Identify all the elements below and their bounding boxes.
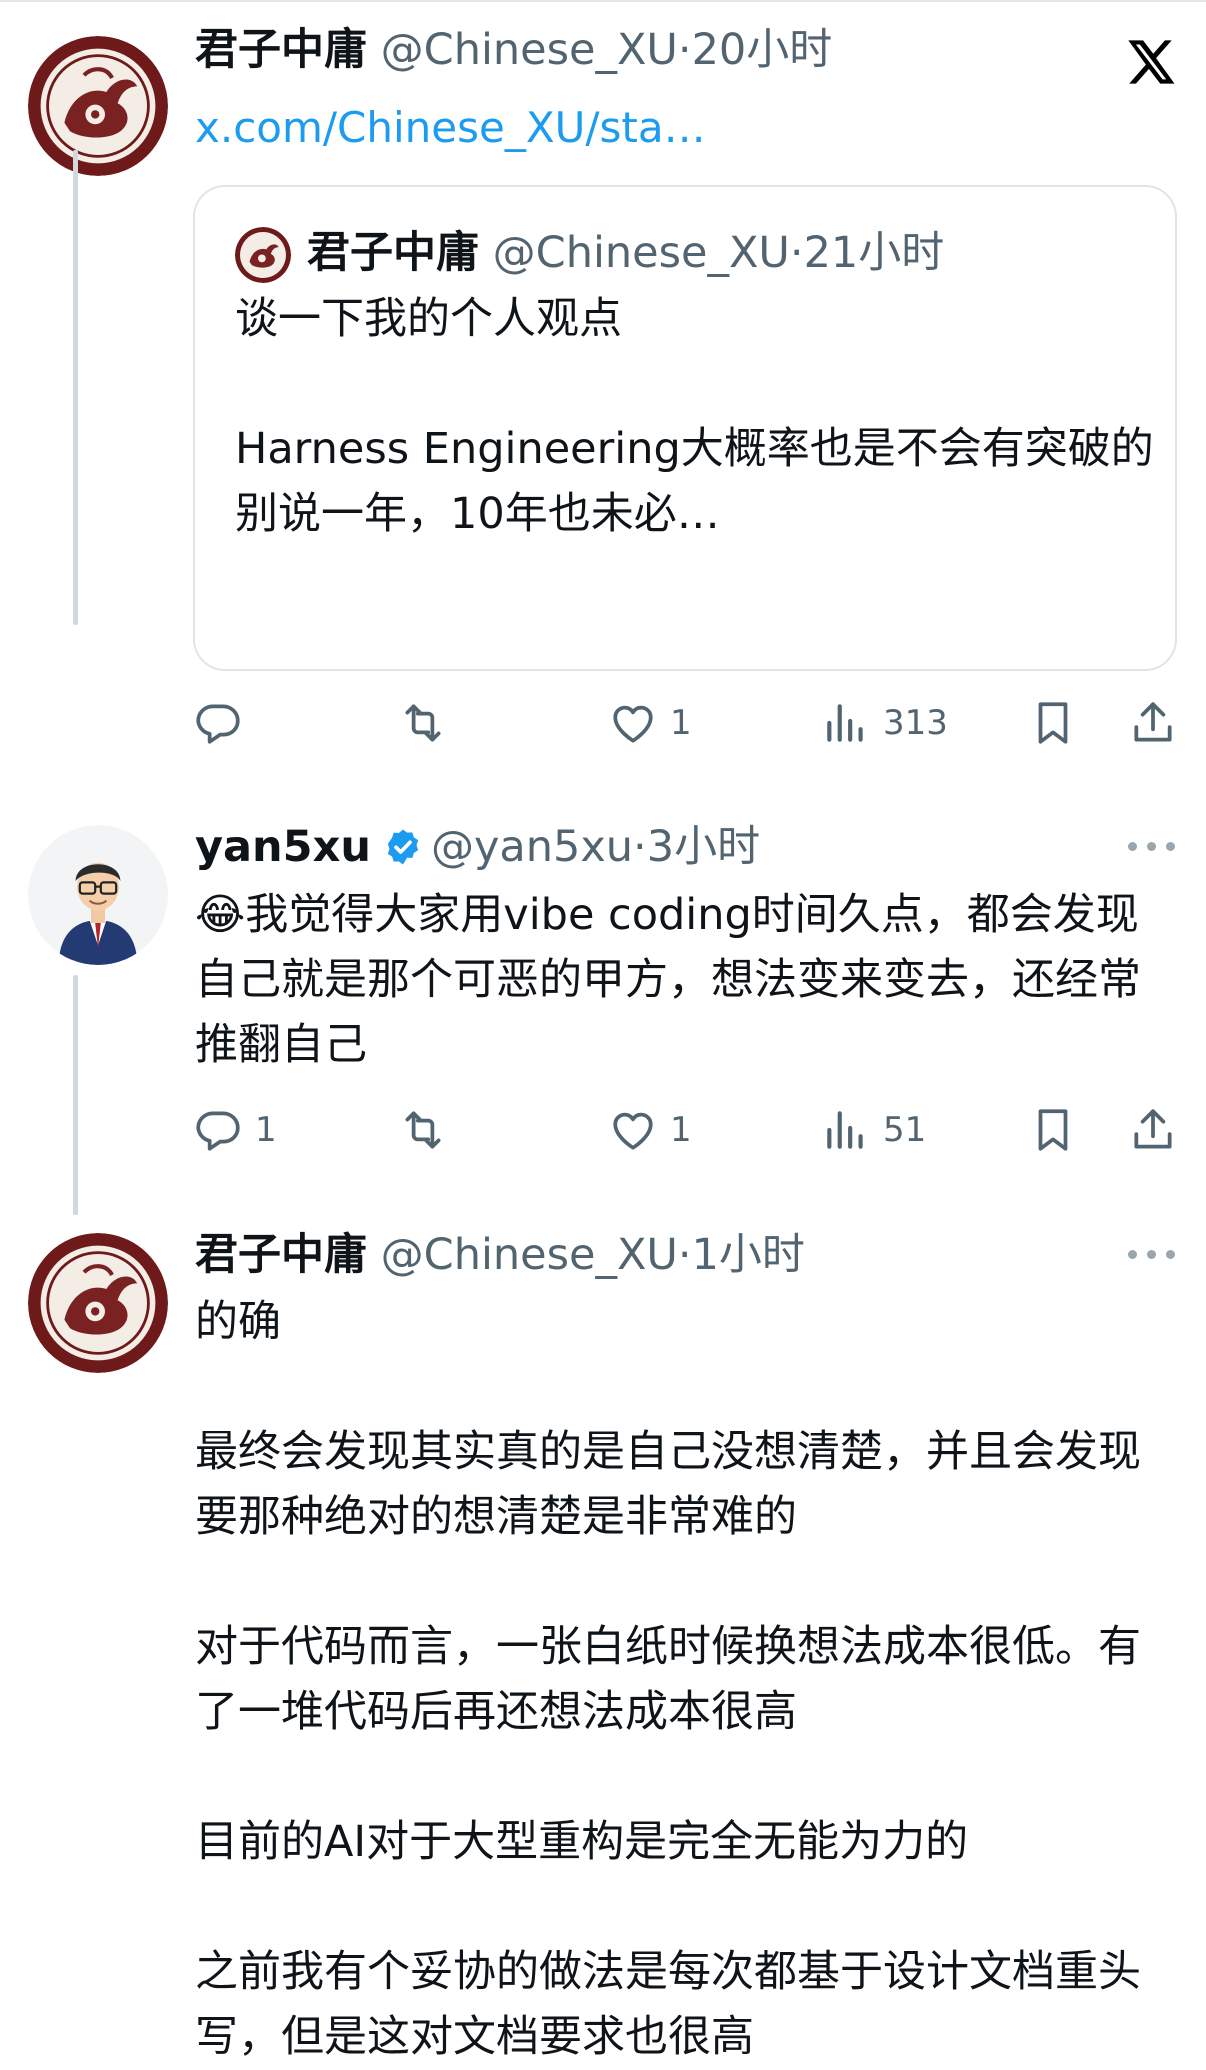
quoted-tweet[interactable]: 君子中庸 @Chinese_XU·21小时 谈一下我的个人观点 Harness … <box>193 185 1177 671</box>
share-icon <box>1134 702 1172 742</box>
views-icon <box>827 704 863 742</box>
quoted-text: 谈一下我的个人观点 Harness Engineering大概率也是不会有突破的… <box>235 294 1154 539</box>
bookmark-icon <box>1038 1109 1068 1151</box>
avatar-chinese-xu[interactable] <box>28 36 168 176</box>
timestamp[interactable]: 20小时 <box>692 25 833 75</box>
reply-icon <box>196 1111 240 1151</box>
tweet-link[interactable]: x.com/Chinese_XU/sta… <box>195 103 706 152</box>
more-icon <box>1128 842 1137 851</box>
reply-icon <box>196 704 240 744</box>
reply-count: 1 <box>255 1110 277 1150</box>
like-icon <box>613 1112 653 1150</box>
action-bar: 1 1 51 <box>193 1100 1183 1160</box>
tweet-text: 😂我觉得大家用vibe coding时间久点，都会发现自己就是那个可恶的甲方，想… <box>195 883 1175 1078</box>
bookmark-button[interactable] <box>1028 1100 1078 1160</box>
share-button[interactable] <box>1128 693 1178 753</box>
thread-line <box>73 150 78 625</box>
display-name[interactable]: 君子中庸 <box>195 25 367 75</box>
like-button[interactable]: 1 <box>608 693 692 753</box>
share-icon <box>1134 1109 1172 1149</box>
more-icon-dot <box>1166 842 1175 851</box>
reply-button[interactable]: 1 <box>193 1100 277 1160</box>
user-handle[interactable]: @yan5xu <box>431 822 633 872</box>
more-icon-dot <box>1147 1250 1156 1259</box>
more-icon-dot <box>1166 1250 1175 1259</box>
tweet-text: 的确 最终会发现其实真的是自己没想清楚，并且会发现要那种绝对的想清楚是非常难的 … <box>195 1297 1141 2062</box>
more-icon-dot <box>1147 842 1156 851</box>
views-count: 313 <box>883 703 948 743</box>
quoted-header: 君子中庸 @Chinese_XU·21小时 <box>307 223 944 283</box>
retweet-icon <box>405 704 441 742</box>
quoted-handle: @Chinese_XU <box>492 228 790 278</box>
tweet-body: 我觉得大家用vibe coding时间久点，都会发现自己就是那个可恶的甲方，想法… <box>195 890 1141 1070</box>
like-count: 1 <box>670 703 692 743</box>
emoji: 😂 <box>195 890 246 940</box>
more-icon <box>1128 1250 1137 1259</box>
views-count: 51 <box>883 1110 927 1150</box>
timestamp[interactable]: 3小时 <box>647 822 760 872</box>
like-button[interactable]: 1 <box>608 1100 692 1160</box>
retweet-button[interactable] <box>398 1100 460 1160</box>
x-logo-icon[interactable] <box>1124 36 1176 88</box>
user-handle[interactable]: @Chinese_XU <box>381 25 678 75</box>
reply-button[interactable] <box>193 693 255 753</box>
tweet-header: 君子中庸 @Chinese_XU·1小时 <box>195 1225 805 1285</box>
separator-dot: · <box>677 25 692 75</box>
quoted-display-name: 君子中庸 <box>307 228 479 278</box>
separator-dot: · <box>633 822 647 872</box>
like-icon <box>613 705 653 743</box>
timestamp[interactable]: 1小时 <box>692 1230 805 1280</box>
views-button[interactable]: 313 <box>821 693 948 753</box>
display-name[interactable]: yan5xu <box>195 822 371 872</box>
seal-avatar-image <box>28 1233 168 1373</box>
avatar-yan5xu[interactable] <box>28 825 168 965</box>
bookmark-icon <box>1038 702 1068 744</box>
bookmark-button[interactable] <box>1028 693 1078 753</box>
tweet-header: 君子中庸 @Chinese_XU·20小时 <box>195 20 832 80</box>
quoted-timestamp: 21小时 <box>803 228 945 278</box>
user-handle[interactable]: @Chinese_XU <box>381 1230 678 1280</box>
action-bar: 1 313 <box>193 693 1183 753</box>
separator-dot: · <box>677 1230 692 1280</box>
separator-dot: · <box>789 228 804 278</box>
like-count: 1 <box>670 1110 692 1150</box>
tweet-header: yan5xu @yan5xu·3小时 <box>195 817 760 877</box>
retweet-button[interactable] <box>398 693 460 753</box>
seal-avatar-image <box>28 36 168 176</box>
more-options-button[interactable] <box>1128 842 1176 856</box>
views-button[interactable]: 51 <box>821 1100 926 1160</box>
quoted-avatar <box>235 227 291 283</box>
more-options-button[interactable] <box>1128 1250 1176 1264</box>
avatar-chinese-xu[interactable] <box>28 1233 168 1373</box>
display-name[interactable]: 君子中庸 <box>195 1230 367 1280</box>
retweet-icon <box>405 1111 441 1149</box>
top-divider <box>0 0 1206 2</box>
thread-line <box>73 975 78 1215</box>
views-icon <box>827 1111 863 1149</box>
verified-icon <box>387 829 419 865</box>
share-button[interactable] <box>1128 1100 1178 1160</box>
cartoon-avatar-image <box>28 825 168 965</box>
